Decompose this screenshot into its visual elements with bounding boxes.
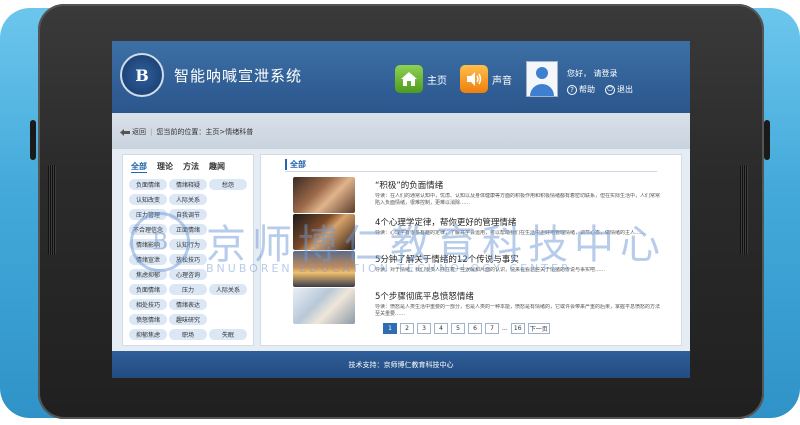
page-button[interactable]: 1 — [383, 323, 397, 334]
tag-item[interactable]: 趣味研究 — [169, 314, 207, 325]
speaker-grille-left — [48, 165, 56, 255]
list-item[interactable]: 5分钟了解关于情绪的12个传说与事实 导读：对于情绪，我们很多人存在着一些误解和… — [293, 251, 663, 287]
list-item[interactable]: “积极”的负面情绪 导读：在人们的通常认知中，忧虑、认知以及身体健康等方面的积极… — [293, 177, 663, 213]
logo-letter: B — [135, 65, 149, 85]
article-panel: 全部 “积极”的负面情绪 导读：在人们的通常认知中，忧虑、认知以及身体健康等方面… — [260, 154, 682, 346]
login-prompt[interactable]: 您好， 请登录 — [567, 68, 618, 79]
tag-item[interactable]: 抑郁焦虑 — [129, 329, 167, 340]
avatar[interactable] — [526, 61, 558, 97]
home-icon — [395, 65, 423, 93]
article-summary: 导读：愤怒是人类生活中重要的一部分，也是人类的一种本能，愤怒是有情绪的，它或许会… — [375, 304, 661, 318]
tag-grid: 负面情绪 情绪释疑 愁怨 认知改变 人际关系 压力管理 自我调节 不合理信念 正面情绪 情绪影响认… — [129, 179, 251, 340]
pagination: 1 2 3 4 5 6 7... 16 下一页 — [383, 323, 550, 334]
tag-item[interactable]: 愁怨 — [209, 179, 247, 190]
tag-item[interactable]: 压力 — [169, 284, 207, 295]
page-button[interactable]: 16 — [510, 323, 525, 334]
category-panel: 全部 理论 方法 趣闻 负面情绪 情绪释疑 愁怨 认知改变 人际关系 压力管理 自我调节 不合… — [122, 154, 254, 346]
tag-item[interactable]: 人际关系 — [169, 194, 207, 205]
tab-method[interactable]: 方法 — [183, 161, 199, 173]
speaker-grille-right — [740, 165, 748, 255]
list-item[interactable]: 5个步骤彻底平息愤怒情绪 导读：愤怒是人类生活中重要的一部分，也是人类的一种本能… — [293, 288, 663, 324]
tag-item[interactable]: 正面情绪 — [169, 224, 207, 235]
help-label: 帮助 — [579, 85, 595, 94]
article-summary: 导读：在人们的通常认知中，忧虑、认知以及身体健康等方面的积极作用和积极情绪都有着… — [375, 193, 661, 207]
article-thumbnail — [293, 177, 355, 213]
tag-item[interactable]: 情绪表达 — [169, 299, 207, 310]
side-button-right — [764, 120, 770, 160]
tag-item[interactable]: 相处技巧 — [129, 299, 167, 310]
home-label: 主页 — [427, 75, 447, 87]
tag-item[interactable]: 愤怒情绪 — [129, 314, 167, 325]
sound-label: 声音 — [492, 75, 512, 87]
logout-label: 退出 — [617, 85, 633, 94]
sound-button[interactable]: 声音 — [460, 65, 512, 93]
article-thumbnail — [293, 288, 355, 324]
tag-item[interactable]: 认知改变 — [129, 194, 167, 205]
side-button-left — [30, 120, 36, 160]
pager-ellipsis: ... — [502, 325, 508, 332]
page-button[interactable]: 4 — [434, 323, 448, 334]
tab-all[interactable]: 全部 — [131, 161, 147, 173]
article-list-header: 全部 — [285, 159, 306, 170]
next-page-button[interactable]: 下一页 — [527, 323, 550, 334]
back-arrow-icon — [120, 128, 130, 136]
help-button[interactable]: ? 帮助 — [567, 84, 595, 95]
tag-item[interactable]: 人际关系 — [209, 284, 247, 295]
help-icon: ? — [567, 84, 577, 95]
header-divider — [285, 171, 657, 172]
breadcrumb-bar: 返回 | 您当前的位置：主页>情绪科普 — [112, 113, 690, 149]
list-item[interactable]: 4个心理学定律，帮你更好的管理情绪 导读：心理学有很多有趣的定律，了解并学会运用… — [293, 214, 663, 250]
footer-text: 技术支持：京师博仁教育科技中心 — [348, 361, 454, 369]
tag-item[interactable]: 自我调节 — [169, 209, 207, 220]
tag-item[interactable]: 失眠 — [209, 329, 247, 340]
app-title: 智能呐喊宣泄系统 — [174, 67, 303, 85]
tag-item[interactable]: 情绪宣泄 — [129, 254, 167, 265]
article-title[interactable]: 5分钟了解关于情绪的12个传说与事实 — [375, 253, 519, 265]
tag-item[interactable]: 情绪影响 — [129, 239, 167, 250]
tag-item[interactable]: 不合理信念 — [129, 224, 167, 235]
article-summary: 导读：心理学有很多有趣的定律，了解并学会运用，可以帮助我们在生活中更好地管理情绪… — [375, 230, 646, 236]
page-button[interactable]: 2 — [400, 323, 414, 334]
category-tabs: 全部 理论 方法 趣闻 — [131, 161, 225, 173]
tag-item[interactable]: 认知行为 — [169, 239, 207, 250]
user-links: ? 帮助 ⏻ 退出 — [567, 84, 633, 95]
tag-item[interactable]: 压力管理 — [129, 209, 167, 220]
article-thumbnail — [293, 214, 355, 250]
app-footer: 技术支持：京师博仁教育科技中心 — [112, 351, 690, 378]
app-screen: B 智能呐喊宣泄系统 主页 声音 您好， 请登录 ? 帮助 ⏻ 退出 返回 | … — [112, 41, 690, 378]
tab-anecdote[interactable]: 趣闻 — [209, 161, 225, 173]
tag-item[interactable]: 负面情绪 — [129, 179, 167, 190]
app-header: B 智能呐喊宣泄系统 主页 声音 您好， 请登录 ? 帮助 ⏻ 退出 — [112, 41, 690, 113]
tab-theory[interactable]: 理论 — [157, 161, 173, 173]
tag-item[interactable]: 放松技巧 — [169, 254, 207, 265]
breadcrumb: 返回 | 您当前的位置：主页>情绪科普 — [120, 127, 253, 137]
home-button[interactable]: 主页 — [395, 65, 447, 93]
article-title[interactable]: “积极”的负面情绪 — [375, 179, 443, 191]
article-thumbnail — [293, 251, 355, 287]
tag-item[interactable]: 情绪释疑 — [169, 179, 207, 190]
tag-item[interactable]: 心理咨询 — [169, 269, 207, 280]
speaker-icon — [460, 65, 488, 93]
breadcrumb-text: 您当前的位置：主页>情绪科普 — [156, 128, 254, 136]
tag-item[interactable]: 负面情绪 — [129, 284, 167, 295]
page-button[interactable]: 7 — [485, 323, 499, 334]
article-title[interactable]: 5个步骤彻底平息愤怒情绪 — [375, 290, 474, 302]
article-title[interactable]: 4个心理学定律，帮你更好的管理情绪 — [375, 216, 516, 228]
page-button[interactable]: 5 — [451, 323, 465, 334]
back-button[interactable]: 返回 — [120, 127, 146, 137]
tag-item[interactable]: 焦虑抑郁 — [129, 269, 167, 280]
app-logo: B — [120, 53, 164, 97]
article-summary: 导读：对于情绪，我们很多人存在着一些误解和片面的认识，快来看看这些关于情绪的传说… — [375, 267, 606, 273]
page-button[interactable]: 3 — [417, 323, 431, 334]
page-button[interactable]: 6 — [468, 323, 482, 334]
back-label: 返回 — [132, 128, 146, 136]
power-icon: ⏻ — [605, 84, 615, 95]
logout-button[interactable]: ⏻ 退出 — [605, 84, 633, 95]
tag-item[interactable]: 职场 — [169, 329, 207, 340]
